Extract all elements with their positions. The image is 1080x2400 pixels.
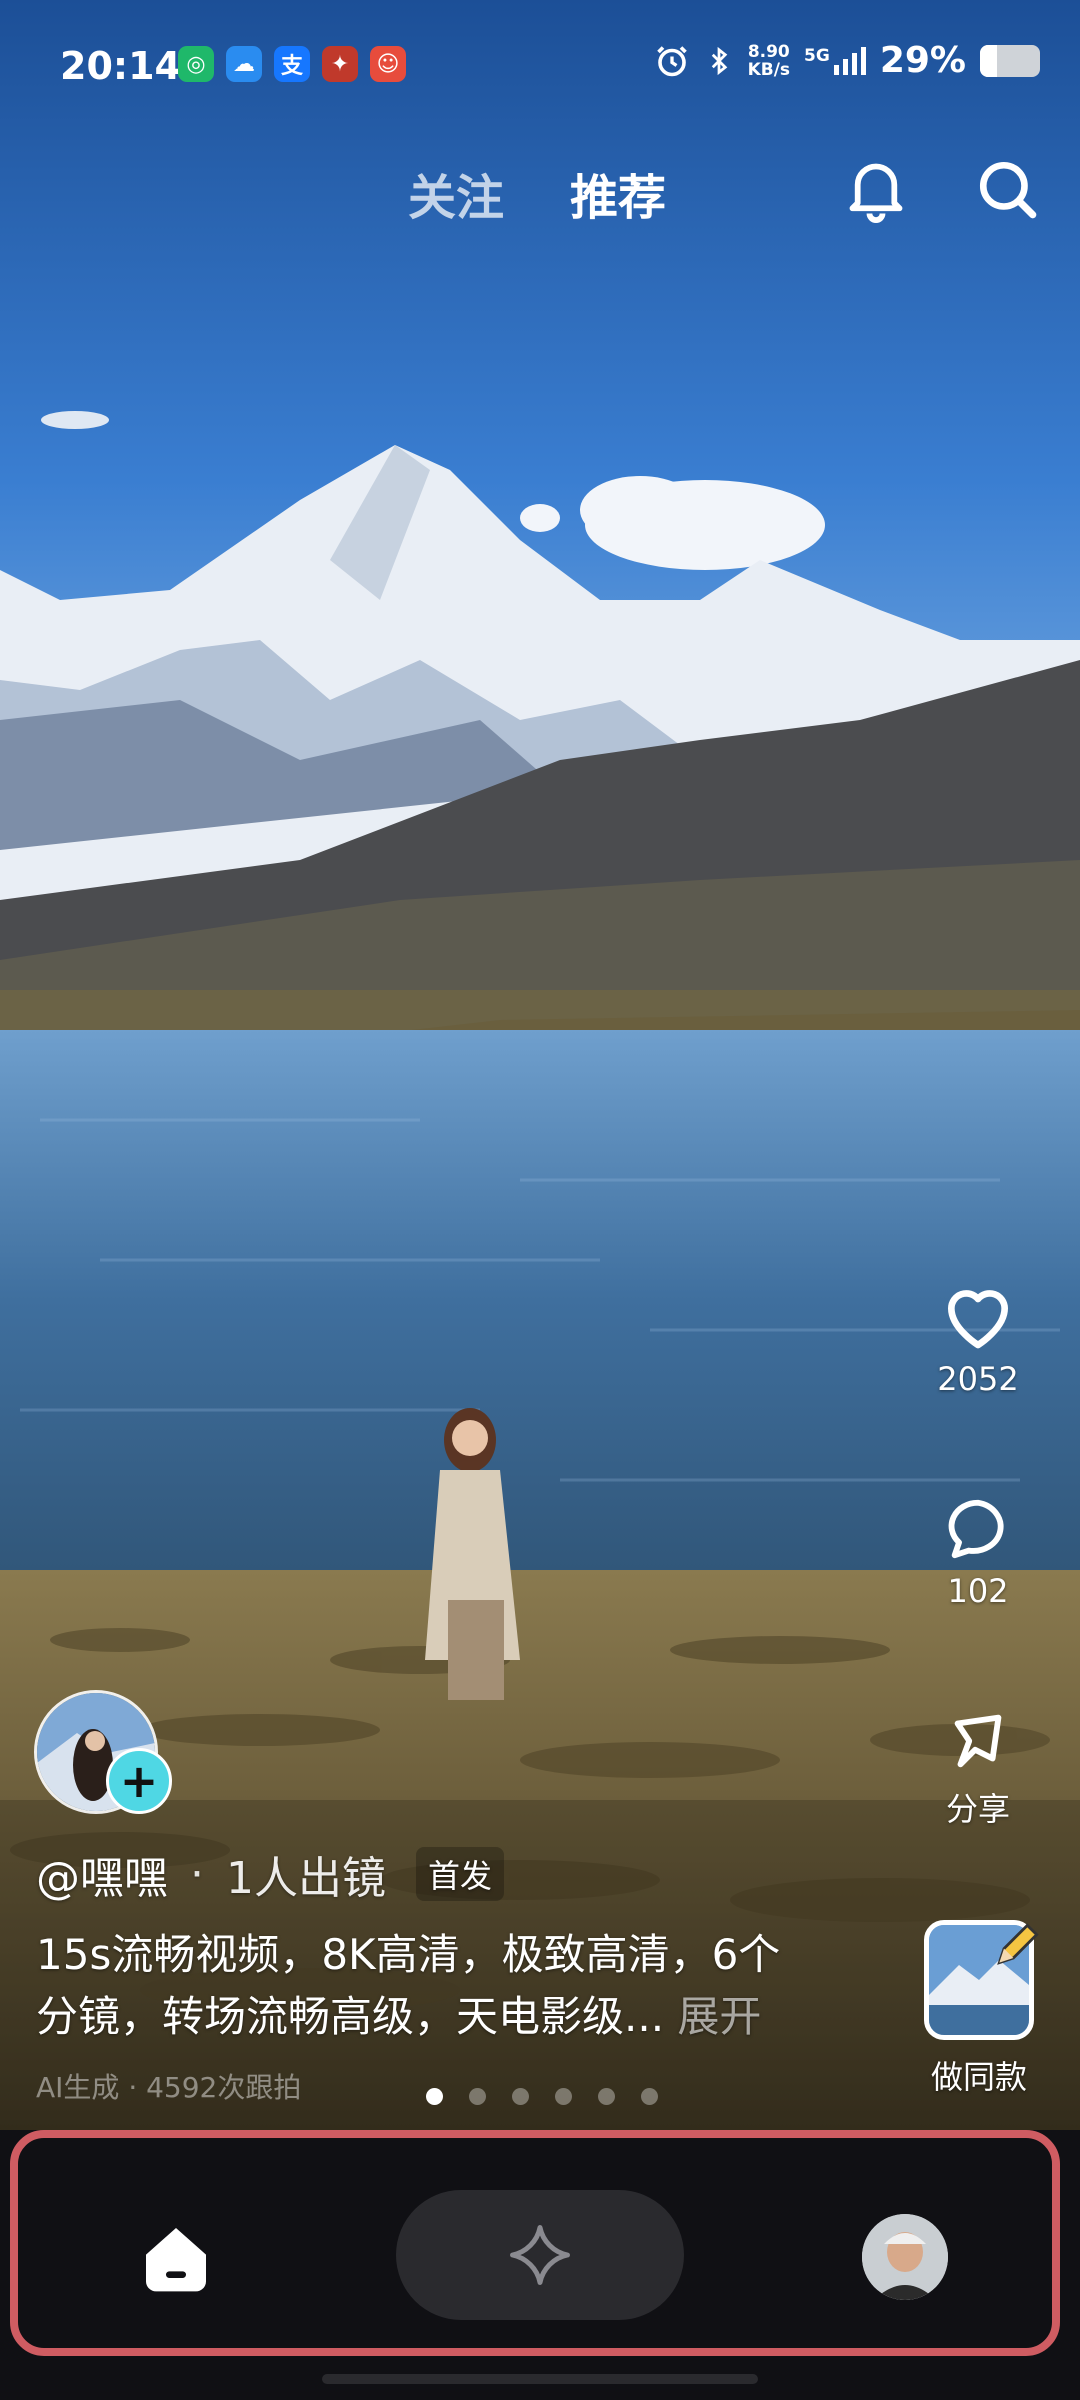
share-icon	[954, 1714, 1002, 1768]
comment-icon	[948, 1499, 1004, 1559]
author-separator: ·	[190, 1848, 204, 1900]
expand-caption-link[interactable]: 展开	[677, 1992, 761, 2041]
heart-icon	[948, 1290, 1008, 1349]
make-same-label: 做同款	[930, 2058, 1027, 2096]
author-name[interactable]: @嘿嘿	[36, 1842, 168, 1906]
ai-generated-info: AI生成 · 4592次跟拍	[36, 2071, 302, 2104]
page-dot	[426, 2088, 443, 2105]
cellular-signal-icon: 5G	[804, 46, 866, 75]
comment-count: 102	[947, 1572, 1009, 1610]
page-dot	[598, 2088, 615, 2105]
bluetooth-icon	[711, 46, 727, 75]
first-release-badge: 首发	[416, 1847, 505, 1901]
system-status-icons: 8.90 KB/s 5G 29%	[654, 40, 1040, 81]
like-button[interactable]: 2052	[918, 1278, 1038, 1398]
page-dot	[641, 2088, 658, 2105]
author-avatar-group[interactable]: +	[34, 1690, 172, 1820]
appearance-info: 1人出镜	[226, 1853, 386, 1904]
battery-percent: 29%	[879, 40, 966, 81]
page-dot	[512, 2088, 529, 2105]
bell-icon	[849, 163, 903, 223]
notifications-button[interactable]	[836, 150, 916, 230]
nav-home-button[interactable]	[136, 2218, 216, 2298]
caption-line-2: 分镜，转场流畅高级，天电影级...	[36, 1992, 665, 2041]
search-icon	[979, 161, 1037, 219]
game-app-icon: ✦	[322, 46, 358, 82]
status-time: 20:14	[60, 44, 181, 88]
nav-profile-avatar[interactable]	[862, 2214, 948, 2300]
carousel-page-indicator	[426, 2088, 658, 2105]
search-button[interactable]	[968, 150, 1048, 230]
notification-app-icons: ◎ ☁ 支 ✦ ☺	[178, 46, 406, 82]
caption-line-1: 15s流畅视频，8K高清，极致高清，6个	[36, 1930, 781, 1979]
comment-button[interactable]: 102	[918, 1494, 1038, 1610]
follow-author-button[interactable]: +	[106, 1748, 172, 1814]
nav-create-button[interactable]	[396, 2190, 684, 2320]
home-icon	[146, 2228, 206, 2292]
top-tab-bar: 关注 推荐	[0, 150, 1080, 230]
alipay-icon: 支	[274, 46, 310, 82]
author-line: @嘿嘿 · 1人出镜 首发	[36, 1842, 505, 1906]
post-caption[interactable]: 15s流畅视频，8K高清，极致高清，6个 分镜，转场流畅高级，天电影级... 展…	[36, 1924, 836, 2048]
pencil-icon	[997, 1923, 1039, 1965]
page-dot	[555, 2088, 572, 2105]
bottom-navigation-bar	[0, 2130, 1080, 2400]
app-red-icon: ☺	[370, 46, 406, 82]
battery-icon	[980, 44, 1040, 77]
app-cloud-icon: ☁	[226, 46, 262, 82]
page-dot	[469, 2088, 486, 2105]
network-speed: 8.90 KB/s	[747, 41, 791, 80]
sparkle-icon	[510, 2225, 570, 2285]
tab-recommend[interactable]: 推荐	[570, 158, 666, 228]
make-same-button[interactable]: 做同款	[924, 1920, 1039, 2098]
alarm-icon	[656, 45, 687, 76]
like-count: 2052	[937, 1360, 1019, 1398]
tab-follow[interactable]: 关注	[408, 158, 504, 228]
gesture-home-bar	[322, 2374, 758, 2384]
status-bar: 20:14 ◎ ☁ 支 ✦ ☺ 8.90 KB/s 5G 29%	[0, 0, 1080, 130]
share-button[interactable]: 分享	[918, 1706, 1038, 1830]
share-label: 分享	[945, 1790, 1010, 1828]
app-green-icon: ◎	[178, 46, 214, 82]
